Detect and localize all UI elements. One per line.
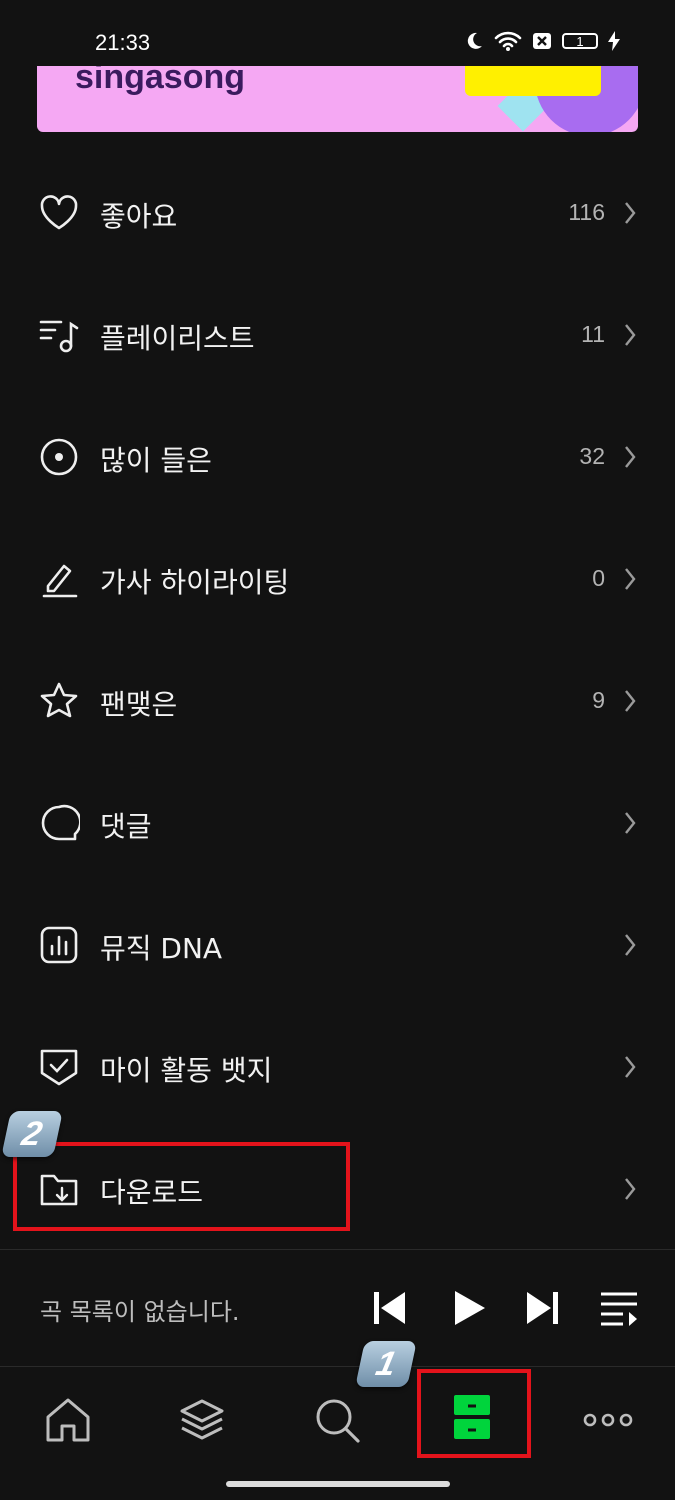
library-menu: 좋아요 116 플레이리스트 11 많이 들은 32 가사 하이라이팅 0 팬맺… [0,152,675,1250]
status-time: 21:33 [95,30,151,55]
menu-item-music-dna[interactable]: 뮤직 DNA [0,884,675,1006]
annotation-badge-2: 2 [1,1111,63,1157]
chart-icon [40,926,78,964]
banner-decoration [465,66,601,96]
layers-icon[interactable] [177,1395,227,1445]
menu-item-likes[interactable]: 좋아요 116 [0,152,675,274]
menu-item-label: 많이 들은 [100,444,212,477]
status-bar: 21:33 1 [0,0,675,66]
next-icon[interactable] [521,1288,561,1328]
home-indicator [226,1481,450,1487]
annotation-badge-1: 1 [355,1341,417,1387]
menu-item-label: 팬맺은 [100,688,178,721]
menu-item-count: 9 [592,687,605,713]
previous-icon[interactable] [371,1288,411,1328]
playlist-icon [39,320,79,353]
menu-item-most-played[interactable]: 많이 들은 32 [0,396,675,518]
chevron-right-icon [625,1178,636,1200]
menu-item-label: 좋아요 [100,200,178,233]
chevron-right-icon [625,934,636,956]
badge-shield-icon [40,1049,78,1086]
chevron-right-icon [625,812,636,834]
comment-icon [41,804,80,841]
sim-blocked-icon [533,33,551,49]
status-icons: 1 [464,30,620,52]
menu-item-label: 마이 활동 뱃지 [100,1054,273,1087]
chevron-right-icon [625,690,636,712]
more-icon[interactable] [583,1395,633,1445]
chevron-right-icon [625,324,636,346]
chevron-right-icon [625,202,636,224]
menu-item-lyrics-highlight[interactable]: 가사 하이라이팅 0 [0,518,675,640]
player-empty-text: 곡 목록이 없습니다. [40,1298,240,1326]
star-icon [40,682,78,718]
mini-player: 곡 목록이 없습니다. [0,1250,675,1366]
home-icon[interactable] [43,1395,93,1445]
menu-item-label: 플레이리스트 [100,322,255,355]
menu-item-count: 0 [592,565,605,591]
play-icon[interactable] [449,1288,489,1328]
menu-item-comments[interactable]: 댓글 [0,762,675,884]
chevron-right-icon [625,1056,636,1078]
menu-item-playlist[interactable]: 플레이리스트 11 [0,274,675,396]
search-icon[interactable] [312,1395,362,1445]
annotation-highlight-library-tab [417,1369,531,1458]
menu-item-activity-badge[interactable]: 마이 활동 뱃지 [0,1006,675,1128]
highlight-pen-icon [42,564,78,598]
charging-icon [608,31,620,51]
menu-item-fan[interactable]: 팬맺은 9 [0,640,675,762]
heart-icon [40,195,78,230]
battery-icon: 1 [562,33,598,49]
chevron-right-icon [625,446,636,468]
promo-banner[interactable]: singasong [37,66,638,132]
menu-item-label: 뮤직 DNA [100,932,223,965]
wifi-icon [494,31,522,51]
menu-item-count: 11 [581,321,605,347]
disc-icon [40,438,78,476]
annotation-highlight-download [13,1142,350,1231]
queue-list-icon[interactable] [599,1288,639,1328]
chevron-right-icon [625,568,636,590]
banner-title: singasong [75,66,246,96]
menu-item-label: 댓글 [100,810,152,843]
menu-item-label: 가사 하이라이팅 [100,566,290,599]
menu-item-count: 32 [579,443,605,469]
moon-icon [467,32,482,49]
menu-item-count: 116 [568,199,605,225]
